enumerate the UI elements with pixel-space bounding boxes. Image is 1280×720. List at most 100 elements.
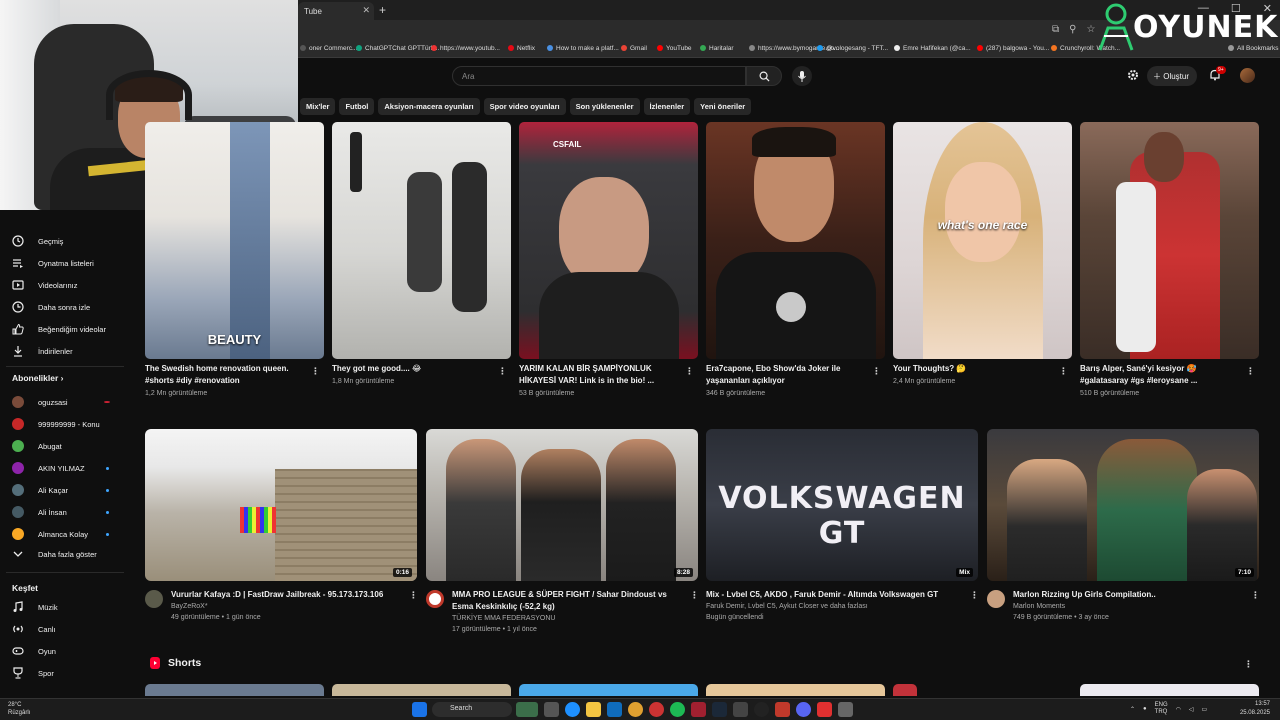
short-thumbnail-peek[interactable]	[145, 684, 324, 696]
bookmark-item[interactable]: https://www.youtub...	[431, 45, 500, 52]
app-icon[interactable]	[838, 702, 853, 717]
chrome-icon[interactable]	[628, 702, 643, 717]
filter-chip[interactable]: İzlenenler	[643, 98, 691, 115]
more-options-icon[interactable]: ⋮	[1059, 366, 1068, 377]
bookmark-item[interactable]: How to make a platf...	[547, 45, 619, 52]
sidebar-item[interactable]: İndirilenler	[12, 342, 73, 360]
taskbar-clock[interactable]: 13:57 25.08.2025	[1226, 700, 1270, 718]
avatar[interactable]	[1240, 68, 1255, 83]
bookmark-item[interactable]: @vologesang - TFT...	[817, 45, 888, 52]
close-tab-icon[interactable]: ✕	[362, 5, 370, 16]
app-icon[interactable]	[817, 702, 832, 717]
taskbar-search[interactable]: Search	[432, 702, 512, 717]
video-thumbnail-3[interactable]: VOLKSWAGEN GT Mix	[706, 429, 978, 581]
task-view-icon[interactable]	[544, 702, 559, 717]
sidebar-item[interactable]: Oyun	[12, 642, 56, 660]
more-options-icon[interactable]: ⋮	[1246, 366, 1255, 377]
video-title[interactable]: MMA PRO LEAGUE & SÜPER FIGHT / Sahar Din…	[452, 589, 688, 613]
bookmark-item[interactable]: Emre Hafifekan (@ca...	[894, 45, 971, 52]
short-title[interactable]: Barış Alper, Sané'yi kesiyor 🥵 #galatasa…	[1080, 363, 1245, 387]
short-thumbnail-5[interactable]: what's one race	[893, 122, 1072, 359]
short-thumbnail-peek[interactable]	[893, 684, 917, 696]
battery-icon[interactable]: ▭	[1202, 706, 1208, 713]
filter-chip[interactable]: Son yüklenenler	[569, 98, 640, 115]
short-thumbnail-1[interactable]: BEAUTY	[145, 122, 324, 359]
volume-icon[interactable]: ◁	[1189, 706, 1194, 713]
more-options-icon[interactable]: ⋮	[970, 590, 979, 601]
more-options-icon[interactable]: ⋮	[690, 590, 699, 601]
more-options-icon[interactable]: ⋮	[872, 366, 881, 377]
short-title[interactable]: The Swedish home renovation queen. #shor…	[145, 363, 310, 387]
opera-icon[interactable]	[649, 702, 664, 717]
video-title[interactable]: Marlon Rizzing Up Girls Compilation..	[1013, 589, 1249, 601]
channel-name[interactable]: Faruk Demir, Lvbel C5, Aykut Closer ve d…	[706, 601, 968, 612]
search-button[interactable]	[746, 66, 782, 86]
discord-icon[interactable]	[796, 702, 811, 717]
app-icon[interactable]	[775, 702, 790, 717]
filter-chip[interactable]: Spor video oyunları	[483, 98, 566, 115]
subscription-item[interactable]: Ali Kaçar	[12, 481, 68, 499]
channel-avatar[interactable]	[426, 590, 444, 608]
sidebar-item[interactable]: Geçmiş	[12, 232, 63, 250]
channel-avatar[interactable]	[987, 590, 1005, 608]
filter-chip[interactable]: Aksiyon-macera oyunları	[378, 98, 480, 115]
voice-search-button[interactable]	[792, 66, 812, 86]
channel-avatar[interactable]	[145, 590, 163, 608]
video-title[interactable]: Vururlar Kafaya :D | FastDraw Jailbreak …	[171, 589, 407, 601]
sidebar-item[interactable]: Beğendiğim videolar	[12, 320, 106, 338]
short-thumbnail-peek[interactable]	[1080, 684, 1259, 696]
weather-widget[interactable]: 28°C Rüzgârlı	[8, 701, 30, 717]
more-options-icon[interactable]: ⋮	[498, 366, 507, 377]
more-options-icon[interactable]: ⋮	[311, 366, 320, 377]
video-title[interactable]: Mix - Lvbel C5, AKDO , Faruk Demir - Alt…	[706, 589, 968, 601]
search-input[interactable]: Ara	[452, 66, 746, 86]
obs-icon[interactable]	[754, 702, 769, 717]
channel-name[interactable]: Marlon Moments	[1013, 601, 1249, 612]
short-title[interactable]: YARIM KALAN BİR ŞAMPİYONLUK HİKAYESİ VAR…	[519, 363, 684, 387]
widget-icon[interactable]	[516, 702, 538, 717]
install-icon[interactable]: ⧉	[1052, 24, 1059, 35]
short-title[interactable]: Era7capone, Ebo Show'da Joker ile yaşana…	[706, 363, 871, 387]
shorts-more-icon[interactable]: ⋮	[1244, 659, 1253, 670]
sidebar-item[interactable]: Canlı	[12, 620, 56, 638]
more-options-icon[interactable]: ⋮	[685, 366, 694, 377]
short-thumbnail-6[interactable]	[1080, 122, 1259, 359]
file-explorer-icon[interactable]	[586, 702, 601, 717]
channel-name[interactable]: TÜRKİYE MMA FEDERASYONU	[452, 613, 688, 624]
video-thumbnail-4[interactable]: 7:10	[987, 429, 1259, 581]
bookmark-item[interactable]: ChatGPTChat GPTTürk...	[356, 45, 439, 52]
more-options-icon[interactable]: ⋮	[409, 590, 418, 601]
windows-start-icon[interactable]	[412, 702, 427, 717]
channel-name[interactable]: BayZeRoX*	[171, 601, 407, 612]
short-thumbnail-4[interactable]	[706, 122, 885, 359]
wifi-icon[interactable]: ◠	[1176, 706, 1181, 713]
zoom-icon[interactable]: ⚲	[1069, 24, 1076, 35]
browser-tab[interactable]: Tube ✕	[298, 2, 374, 20]
subscription-item[interactable]: Abugat	[12, 437, 62, 455]
short-title[interactable]: Your Thoughts? 🤔	[893, 363, 1058, 375]
sidebar-item[interactable]: Oynatma listeleri	[12, 254, 94, 272]
subscription-item[interactable]: 999999999 - Konu	[12, 415, 100, 433]
video-thumbnail-1[interactable]: 0:16	[145, 429, 417, 581]
short-title[interactable]: They got me good.... 😂	[332, 363, 497, 375]
filter-chip[interactable]: Futbol	[339, 98, 375, 115]
short-thumbnail-peek[interactable]	[706, 684, 885, 696]
more-options-icon[interactable]: ⋮	[1251, 590, 1260, 601]
copilot-icon[interactable]	[565, 702, 580, 717]
bookmark-item[interactable]: YouTube	[657, 45, 692, 52]
subscription-item[interactable]: Almanca Kolay	[12, 525, 88, 543]
bookmark-item[interactable]: Haritalar	[700, 45, 734, 52]
sidebar-item[interactable]: Videolarınız	[12, 276, 77, 294]
create-button[interactable]: ＋ Oluştur	[1147, 66, 1197, 86]
language-indicator[interactable]: ENG TRQ	[1155, 702, 1168, 716]
tray-app-icon[interactable]: ●	[1143, 706, 1147, 712]
subscription-item[interactable]: Ali İnsan	[12, 503, 67, 521]
show-more-button[interactable]: Daha fazla göster	[12, 545, 97, 563]
tray-expand-icon[interactable]: ⌃	[1130, 706, 1135, 713]
new-tab-icon[interactable]: +	[379, 3, 386, 17]
short-thumbnail-peek[interactable]	[332, 684, 511, 696]
subscription-item[interactable]: AKIN YILMAZ	[12, 459, 85, 477]
short-thumbnail-2[interactable]	[332, 122, 511, 359]
bookmark-item[interactable]: (287) balgowa - You...	[977, 45, 1049, 52]
filter-chip[interactable]: Mix'ler	[300, 98, 336, 115]
